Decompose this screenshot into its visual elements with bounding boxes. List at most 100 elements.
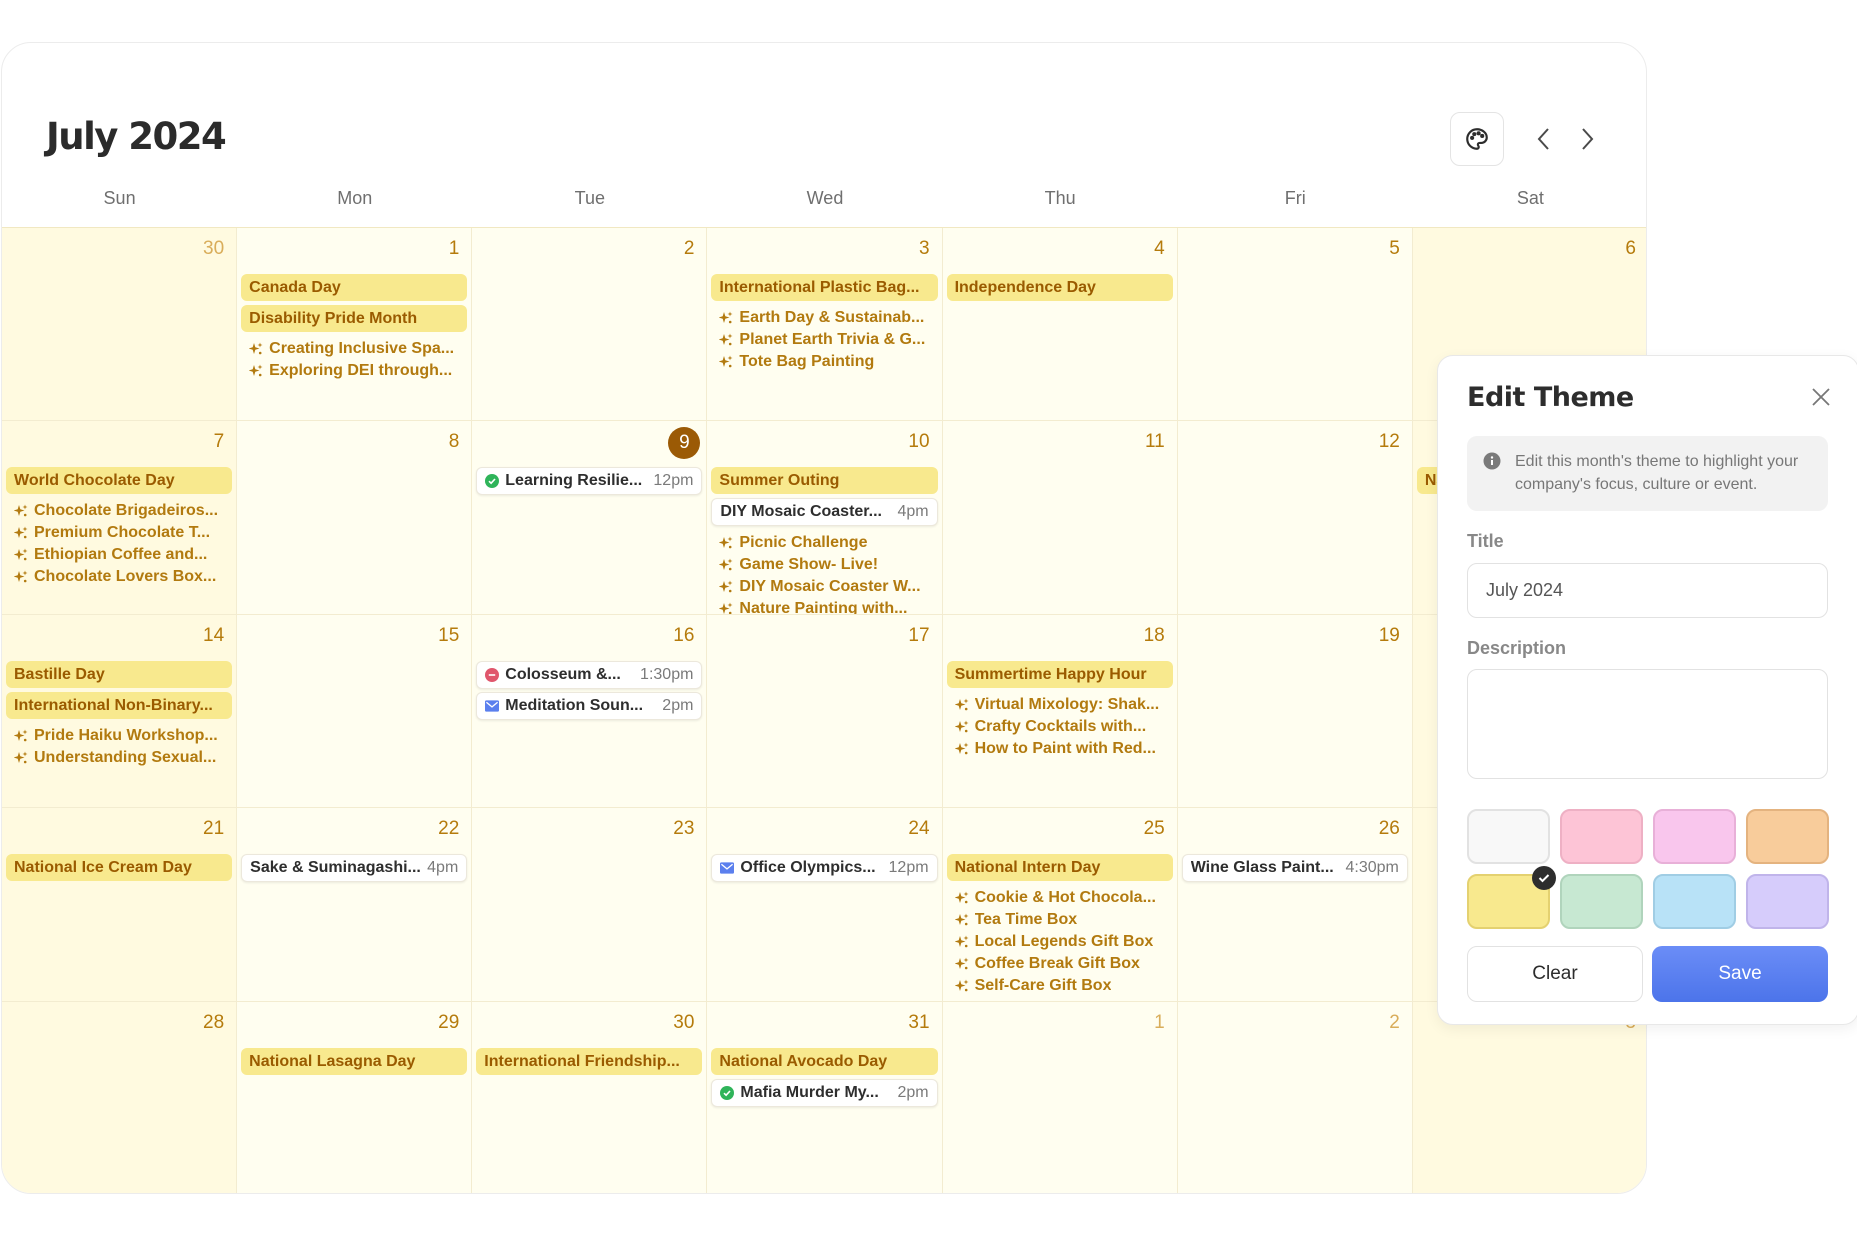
day-cell[interactable]: 23 (472, 808, 708, 1002)
suggestion-item[interactable]: Tea Time Box (947, 909, 1173, 931)
swatch-blue[interactable] (1653, 874, 1736, 929)
event-card[interactable]: Learning Resilie... 12pm (476, 467, 703, 496)
suggestion-item[interactable]: Tote Bag Painting (711, 351, 937, 373)
day-cell[interactable]: 8 (237, 421, 473, 615)
day-cell[interactable]: 7 World Chocolate Day Chocolate Brigadeiro… (2, 421, 238, 615)
swatch-green[interactable] (1560, 874, 1643, 929)
suggestion-item[interactable]: Nature Painting with... (711, 598, 937, 614)
day-cell[interactable]: 9 Learning Resilie... 12pm (472, 421, 708, 615)
day-cell[interactable]: 14 Bastille Day International Non-Binary..… (2, 614, 238, 809)
event-card[interactable]: DIY Mosaic Coaster... 4pm (711, 498, 938, 527)
day-cell[interactable]: 25 National Intern Day Cookie & Hot Chocol… (942, 808, 1178, 1002)
suggestion-item[interactable]: Game Show- Live! (711, 554, 937, 576)
day-cell[interactable]: 28 (2, 1001, 238, 1193)
suggestion-item[interactable]: Pride Haiku Workshop... (6, 725, 232, 747)
day-cell[interactable]: 18 Summertime Happy Hour Virtual Mixology:… (942, 614, 1178, 809)
event-card[interactable]: Mafia Murder My... 2pm (711, 1078, 938, 1107)
description-input[interactable] (1467, 669, 1828, 779)
day-cell[interactable]: 30 (2, 228, 238, 422)
day-cell[interactable]: 1 Canada Day Disability Pride Month Creatin… (237, 228, 473, 422)
suggestion-item[interactable]: Ethiopian Coffee and... (6, 544, 232, 566)
previous-month-button[interactable] (1527, 121, 1561, 157)
theme-day-pill[interactable]: Summertime Happy Hour (946, 660, 1173, 688)
event-card[interactable]: Sake & Suminagashi... 4pm (241, 854, 468, 883)
day-cell[interactable]: 10 Summer Outing DIY Mosaic Coaster... 4pm P… (707, 421, 943, 615)
day-number: 14 (203, 624, 225, 646)
day-cell[interactable]: 1 (942, 1001, 1178, 1193)
day-cell[interactable]: 26 Wine Glass Paint... 4:30pm (1177, 808, 1413, 1002)
day-cell[interactable]: 4 Independence Day (942, 228, 1178, 422)
suggestion-item[interactable]: Earth Day & Sustainab... (711, 307, 937, 329)
sparkle-icon (249, 364, 263, 378)
day-cell[interactable]: 11 (942, 421, 1178, 615)
day-cell[interactable]: 24 Office Olympics... 12pm (707, 808, 943, 1002)
suggestion-list: Virtual Mixology: Shak... Crafty Cocktail… (947, 694, 1173, 760)
theme-day-pill[interactable]: Independence Day (946, 274, 1173, 301)
suggestion-item[interactable]: Virtual Mixology: Shak... (947, 694, 1173, 716)
day-cell[interactable]: 17 (707, 614, 943, 809)
title-input[interactable] (1467, 563, 1828, 618)
suggestion-item[interactable]: Local Legends Gift Box (947, 931, 1173, 953)
day-cell[interactable]: 19 (1177, 614, 1413, 809)
day-number: 19 (1378, 624, 1400, 646)
day-cell[interactable]: 12 (1177, 421, 1413, 615)
swatch-white[interactable] (1467, 809, 1550, 864)
suggestion-item[interactable]: Creating Inclusive Spa... (241, 338, 467, 360)
swatch-yellow[interactable] (1467, 866, 1556, 929)
day-cell[interactable]: 30 International Friendship... (472, 1001, 708, 1193)
suggestion-item[interactable]: Cookie & Hot Chocola... (947, 887, 1173, 909)
theme-day-pill[interactable]: Bastille Day (6, 660, 233, 688)
save-button[interactable]: Save (1652, 946, 1828, 1002)
day-cell[interactable]: 2 (472, 228, 708, 422)
theme-day-pill[interactable]: Disability Pride Month (241, 305, 468, 332)
sparkle-icon (719, 602, 733, 614)
theme-day-pill[interactable]: Canada Day (241, 274, 468, 301)
day-cell[interactable]: 3 (1412, 1001, 1646, 1193)
suggestion-item[interactable]: Understanding Sexual... (6, 747, 232, 769)
theme-day-pill[interactable]: International Plastic Bag... (711, 274, 938, 301)
day-cell[interactable]: 16 Colosseum &... 1:30pm Meditation Soun...… (472, 614, 708, 809)
suggestion-item[interactable]: Self-Care Gift Box (947, 975, 1173, 997)
theme-day-pill[interactable]: National Ice Cream Day (6, 854, 233, 882)
day-cell[interactable]: 3 International Plastic Bag... Earth Day &… (707, 228, 943, 422)
theme-day-pill[interactable]: Summer Outing (711, 467, 938, 495)
swatch-pink[interactable] (1560, 809, 1643, 864)
theme-day-pill[interactable]: National Avocado Day (711, 1047, 938, 1075)
today-badge: 9 (668, 427, 701, 460)
suggestion-item[interactable]: Coffee Break Gift Box (947, 953, 1173, 975)
suggestion-label: Nature Painting with... (739, 600, 908, 615)
theme-day-pill[interactable]: National Lasagna Day (241, 1047, 468, 1075)
day-cell[interactable]: 29 National Lasagna Day (237, 1001, 473, 1193)
day-cell[interactable]: 5 (1177, 228, 1413, 422)
theme-day-pill[interactable]: World Chocolate Day (6, 467, 233, 495)
theme-day-pill[interactable]: National Intern Day (946, 854, 1173, 882)
suggestion-item[interactable]: Chocolate Brigadeiros... (6, 500, 232, 522)
day-cell[interactable]: 31 National Avocado Day Mafia Murder My...… (707, 1001, 943, 1193)
clear-button[interactable]: Clear (1467, 946, 1643, 1002)
swatch-magenta[interactable] (1653, 809, 1736, 864)
next-month-button[interactable] (1570, 121, 1604, 157)
suggestion-item[interactable]: Crafty Cocktails with... (947, 716, 1173, 738)
suggestion-item[interactable]: Planet Earth Trivia & G... (711, 329, 937, 351)
suggestion-item[interactable]: How to Paint with Red... (947, 738, 1173, 760)
close-button[interactable] (1810, 386, 1832, 408)
suggestion-item[interactable]: Chocolate Lovers Box... (6, 566, 232, 588)
suggestion-item[interactable]: Premium Chocolate T... (6, 522, 232, 544)
theme-day-pill[interactable]: International Friendship... (476, 1047, 703, 1075)
event-card[interactable]: Colosseum &... 1:30pm (476, 660, 703, 689)
event-card[interactable]: Meditation Soun... 2pm (476, 691, 703, 720)
day-cell[interactable]: 2 (1177, 1001, 1413, 1193)
day-cell[interactable]: 22 Sake & Suminagashi... 4pm (237, 808, 473, 1002)
swatch-purple[interactable] (1746, 874, 1829, 929)
suggestion-item[interactable]: Picnic Challenge (711, 532, 937, 554)
day-cell[interactable]: 15 (237, 614, 473, 809)
event-card[interactable]: Office Olympics... 12pm (711, 854, 938, 883)
theme-day-pill[interactable]: International Non-Binary... (6, 691, 233, 719)
day-cell[interactable]: 21 National Ice Cream Day (2, 808, 238, 1002)
event-card[interactable]: Wine Glass Paint... 4:30pm (1181, 854, 1408, 883)
swatch-orange[interactable] (1746, 809, 1829, 864)
day-number: 2 (683, 238, 695, 259)
suggestion-item[interactable]: DIY Mosaic Coaster W... (711, 576, 937, 598)
suggestion-item[interactable]: Exploring DEI through... (241, 360, 467, 382)
edit-theme-button[interactable] (1450, 112, 1504, 166)
